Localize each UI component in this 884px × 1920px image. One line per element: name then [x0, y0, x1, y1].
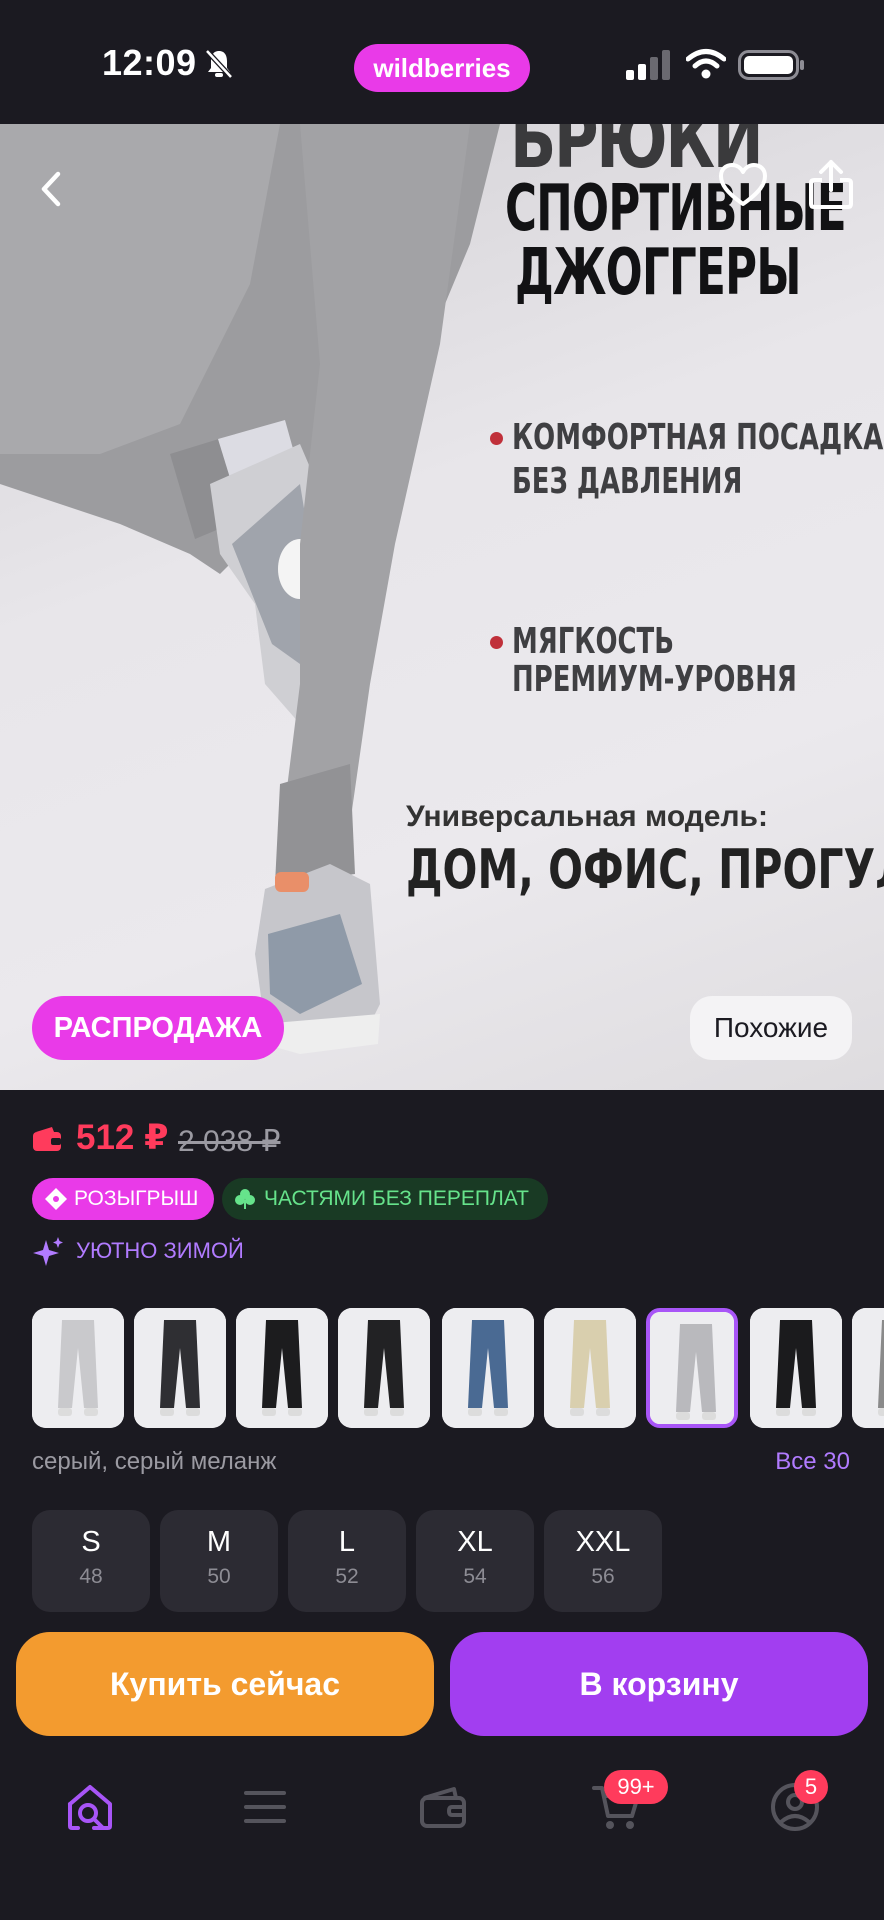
raffle-chip-label: РОЗЫГРЫШ	[74, 1187, 199, 1210]
cellular-signal-icon	[626, 50, 670, 80]
heart-icon[interactable]	[718, 162, 768, 208]
wifi-icon	[686, 49, 726, 79]
sparkles-icon	[33, 1237, 63, 1266]
pants-thumbnail-icon	[852, 1308, 884, 1428]
bottom-tab-bar: 99+ 5	[0, 1754, 884, 1920]
current-price: 512 ₽	[76, 1118, 169, 1157]
universal-caption: Универсальная модель:	[406, 800, 768, 833]
clover-icon	[235, 1189, 255, 1209]
pants-thumbnail-icon	[134, 1308, 226, 1428]
size-ru-label: 54	[463, 1565, 487, 1588]
color-variant-thumb[interactable]	[852, 1308, 884, 1428]
profile-badge: 5	[794, 1770, 828, 1804]
ticket-icon	[45, 1188, 67, 1210]
pants-thumbnail-icon	[750, 1308, 842, 1428]
cart-badge: 99+	[604, 1770, 668, 1804]
selected-color-label: серый, серый меланж	[32, 1448, 277, 1475]
product-hero-image[interactable]: БРЮКИ СПОРТИВНЫЕ ДЖОГГЕРЫ КОМФОРТНАЯ ПОС…	[0, 124, 884, 1090]
universal-headline: ДОМ, ОФИС, ПРОГУЛКИ	[406, 838, 884, 901]
home-search-icon[interactable]	[64, 1780, 118, 1834]
size-ru-label: 50	[207, 1565, 231, 1588]
sale-badge: РАСПРОДАЖА	[32, 996, 284, 1060]
wildberries-logo[interactable]: wildberries	[354, 44, 530, 92]
size-option[interactable]: XL 54	[416, 1510, 534, 1612]
wallet-icon[interactable]	[416, 1780, 470, 1834]
color-variant-thumb[interactable]	[236, 1308, 328, 1428]
bell-off-icon	[205, 49, 233, 79]
hero-title-line2: ДЖОГГЕРЫ	[515, 236, 801, 310]
size-label: XL	[457, 1526, 493, 1558]
feature1-line1: КОМФОРТНАЯ ПОСАДКА	[512, 417, 884, 458]
color-variant-thumb[interactable]	[750, 1308, 842, 1428]
size-label: L	[338, 1526, 356, 1558]
share-icon[interactable]	[808, 158, 854, 210]
all-variants-link[interactable]: Все 30	[775, 1448, 850, 1476]
color-variant-thumb[interactable]	[646, 1308, 738, 1428]
old-price: 2 038 ₽	[178, 1125, 281, 1158]
cozy-winter-tag[interactable]: УЮТНО ЗИМОЙ	[76, 1238, 244, 1264]
feature-bullet	[490, 636, 503, 649]
hero-title-line1: СПОРТИВНЫЕ	[505, 172, 847, 246]
pants-thumbnail-icon	[338, 1308, 430, 1428]
status-bar: 12:09 wildberries	[0, 0, 884, 124]
add-to-cart-button[interactable]: В корзину	[450, 1632, 868, 1736]
battery-icon	[738, 50, 804, 80]
size-option[interactable]: M 50	[160, 1510, 278, 1612]
status-time: 12:09	[102, 42, 197, 83]
size-ru-label: 48	[79, 1565, 103, 1588]
wallet-price-icon	[33, 1127, 61, 1151]
installments-chip-label: ЧАСТЯМИ БЕЗ ПЕРЕПЛАТ	[264, 1187, 529, 1210]
installments-chip[interactable]: ЧАСТЯМИ БЕЗ ПЕРЕПЛАТ	[222, 1178, 548, 1220]
buy-now-button[interactable]: Купить сейчас	[16, 1632, 434, 1736]
back-chevron-icon[interactable]	[34, 164, 70, 214]
color-variants-strip[interactable]	[0, 1306, 884, 1428]
feature2-line2: ПРЕМИУМ-УРОВНЯ	[512, 659, 797, 700]
raffle-chip[interactable]: РОЗЫГРЫШ	[32, 1178, 214, 1220]
size-option[interactable]: L 52	[288, 1510, 406, 1612]
size-label: S	[81, 1526, 101, 1558]
menu-icon[interactable]	[238, 1780, 292, 1834]
pants-thumbnail-icon	[236, 1308, 328, 1428]
color-variant-thumb[interactable]	[544, 1308, 636, 1428]
similar-button[interactable]: Похожие	[690, 996, 852, 1060]
color-variant-thumb[interactable]	[32, 1308, 124, 1428]
feature1-line2: БЕЗ ДАВЛЕНИЯ	[512, 461, 743, 502]
size-option[interactable]: XXL 56	[544, 1510, 662, 1612]
size-label: M	[206, 1526, 232, 1558]
size-option[interactable]: S 48	[32, 1510, 150, 1612]
color-variant-thumb[interactable]	[338, 1308, 430, 1428]
pants-thumbnail-icon	[442, 1308, 534, 1428]
pants-thumbnail-icon	[32, 1308, 124, 1428]
size-ru-label: 52	[335, 1565, 359, 1588]
pants-thumbnail-icon	[650, 1312, 734, 1424]
color-variant-thumb[interactable]	[134, 1308, 226, 1428]
size-ru-label: 56	[591, 1565, 615, 1588]
size-label: XXL	[575, 1526, 631, 1558]
pants-thumbnail-icon	[544, 1308, 636, 1428]
color-variant-thumb[interactable]	[442, 1308, 534, 1428]
feature-bullet	[490, 432, 503, 445]
